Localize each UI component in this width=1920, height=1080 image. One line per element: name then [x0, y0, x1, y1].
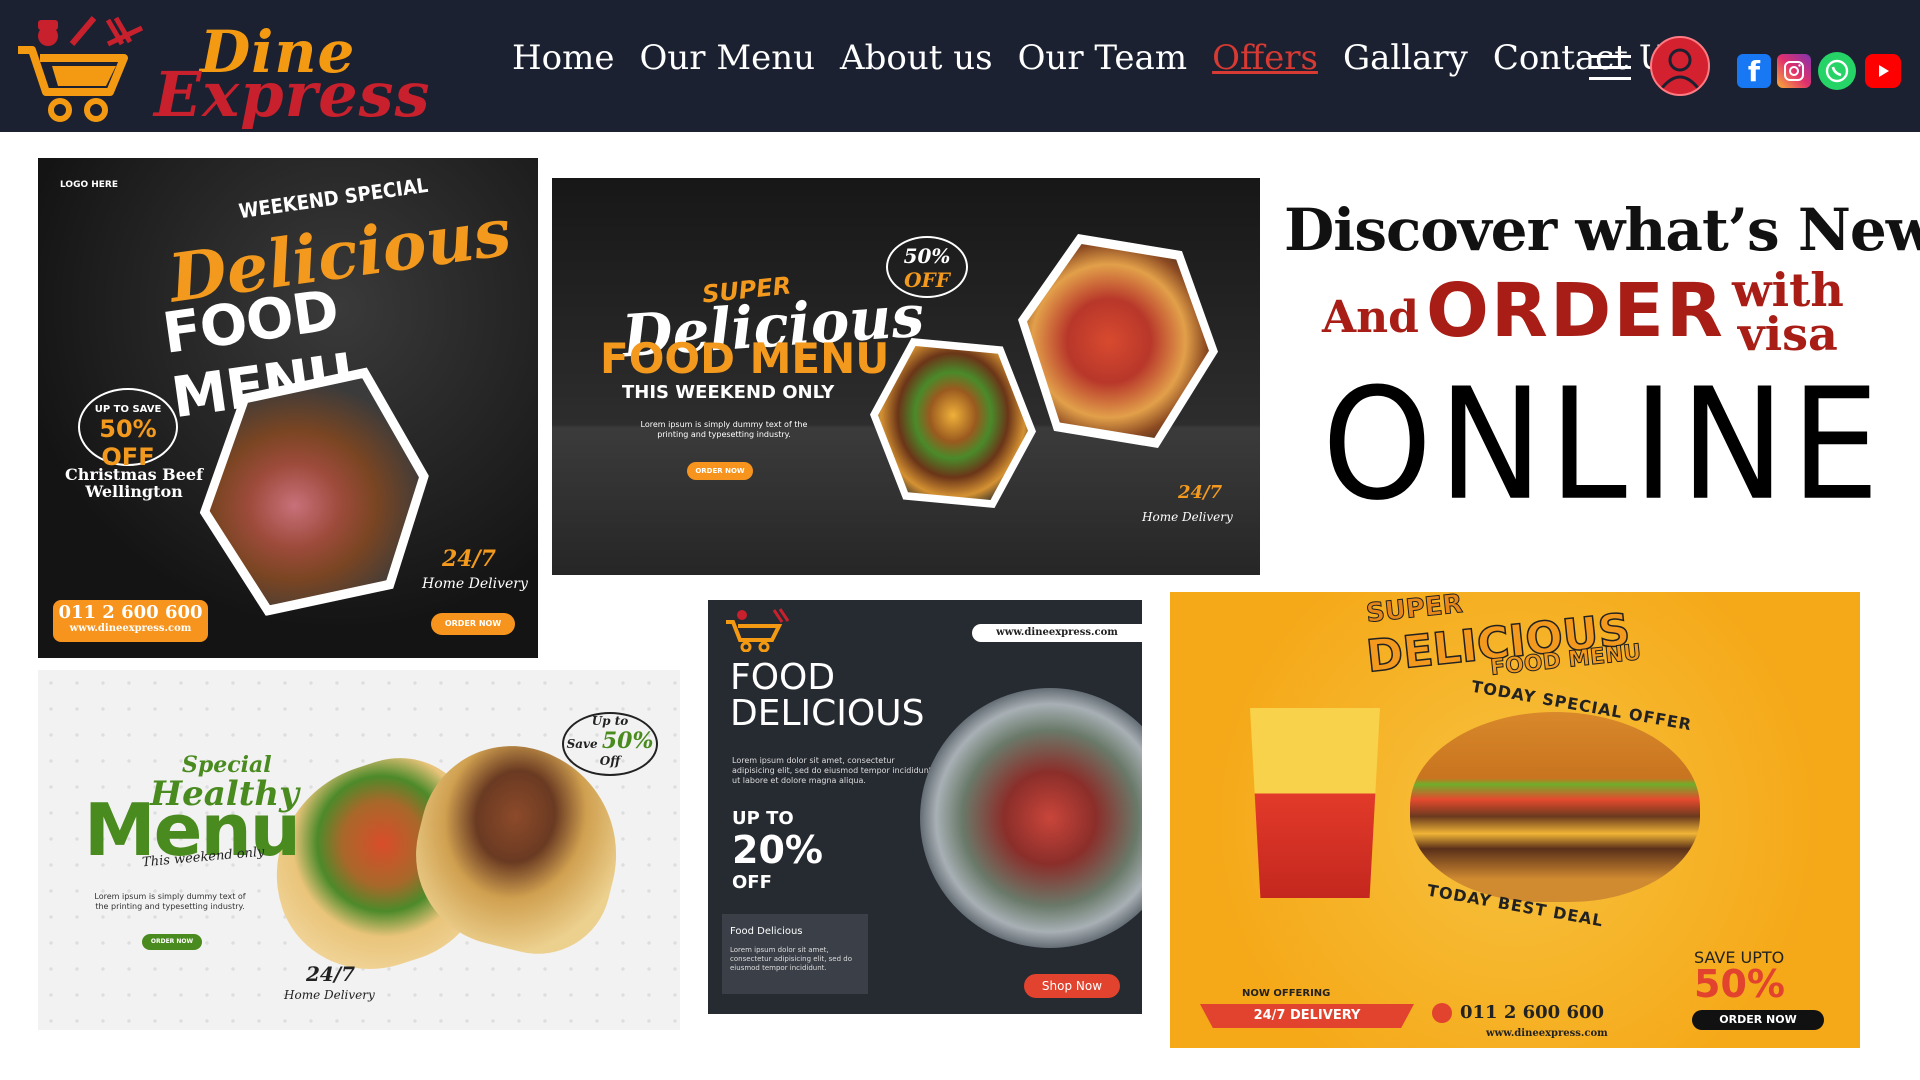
- website-url: www.dineexpress.com: [972, 624, 1142, 642]
- banner-description: Lorem ipsum is simply dummy text of the …: [640, 420, 808, 439]
- delivery-badge: 24/7 DELIVERY: [1200, 1004, 1414, 1028]
- hamburger-icon[interactable]: [1589, 55, 1631, 83]
- order-now-button[interactable]: ORDER NOW: [431, 613, 515, 635]
- promo-headline: Discover what’s New And ORDER with visa …: [1270, 196, 1920, 535]
- fries-image: [1250, 708, 1380, 898]
- user-icon[interactable]: [1650, 36, 1710, 96]
- delivery-label: Home Delivery: [284, 988, 375, 1002]
- discount-line: Save 50% Off: [564, 728, 656, 768]
- banner-description: Lorem ipsum dolor sit amet, consectetur …: [732, 756, 932, 785]
- discount-value: 50%: [601, 728, 654, 754]
- website-url: www.dineexpress.com: [1486, 1028, 1608, 1039]
- delivery-hours: 24/7: [442, 546, 496, 572]
- banner-title-line1: FOOD: [730, 657, 836, 698]
- promo-online: ONLINE: [1322, 355, 1886, 536]
- kebab-plate-image: [920, 688, 1142, 948]
- discount-label: UP TO SAVE: [94, 404, 162, 415]
- instagram-icon[interactable]: [1777, 54, 1811, 88]
- shop-now-button[interactable]: Shop Now: [1024, 974, 1120, 998]
- phone-number-text: 011 2 600 600: [1460, 1002, 1605, 1023]
- discount-top: Up to: [591, 714, 629, 728]
- promo-order: ORDER: [1426, 268, 1725, 354]
- phone-badge: 011 2 600 600 www.dineexpress.com: [53, 600, 208, 642]
- banner-description: Lorem ipsum is simply dummy text of the …: [94, 892, 246, 911]
- nav-our-team[interactable]: Our Team: [1018, 38, 1188, 78]
- promo-and: And: [1322, 292, 1419, 343]
- discount-bubble: 50% OFF: [886, 236, 968, 298]
- website-url: www.dineexpress.com: [69, 623, 192, 634]
- discount-off: Off: [599, 754, 621, 768]
- order-now-button[interactable]: ORDER NOW: [142, 934, 202, 950]
- order-now-button[interactable]: ORDER NOW: [1692, 1010, 1824, 1030]
- offer-banner-weekend-special[interactable]: LOGO HERE WEEKEND SPECIAL Delicious FOOD…: [38, 158, 538, 658]
- discount-label: UP TO: [732, 808, 794, 829]
- delivery-hours: 24/7: [306, 962, 356, 986]
- info-box: Food Delicious Lorem ipsum dolor sit ame…: [722, 914, 868, 994]
- now-offering-label: NOW OFFERING: [1242, 988, 1331, 999]
- promo-visa: visa: [1737, 307, 1838, 361]
- info-box-text: Lorem ipsum dolor sit amet, consectetur …: [730, 946, 853, 972]
- discount-value: 50%: [1694, 962, 1785, 1006]
- dish-name: Christmas Beef Wellington: [65, 465, 203, 501]
- banner-subtitle: THIS WEEKEND ONLY: [622, 382, 835, 403]
- info-box-title: Food Delicious: [730, 926, 803, 937]
- promo-with: with: [1732, 263, 1844, 317]
- main-nav: Home Our Menu About us Our Team Offers G…: [512, 38, 1710, 78]
- youtube-icon[interactable]: [1865, 54, 1901, 88]
- whatsapp-icon[interactable]: [1818, 52, 1856, 90]
- facebook-icon[interactable]: f: [1737, 54, 1771, 88]
- delivery-label: Home Delivery: [1142, 510, 1233, 524]
- order-now-button[interactable]: ORDER NOW: [687, 462, 753, 480]
- nav-about-us[interactable]: About us: [840, 38, 993, 78]
- offer-banner-super-delicious[interactable]: SUPER Delicious FOOD MENU THIS WEEKEND O…: [552, 178, 1260, 575]
- promo-with-visa: with visa: [1732, 263, 1844, 361]
- brand-logo[interactable]: Dine Express: [12, 14, 430, 131]
- offer-banner-healthy-menu[interactable]: Special Healthy Menu This weekend only L…: [38, 670, 680, 1030]
- banner-logo-placeholder: LOGO HERE: [60, 180, 118, 190]
- discount-label: OFF: [904, 268, 950, 292]
- delivery-label: Home Delivery: [422, 576, 528, 592]
- discount-bubble: UP TO SAVE 50% OFF: [78, 388, 178, 471]
- top-nav-bar: Dine Express Home Our Menu About us Our …: [0, 0, 1920, 132]
- promo-line-discover: Discover what’s New: [1284, 196, 1920, 264]
- offer-banner-food-delicious[interactable]: www.dineexpress.com FOOD DELICIOUS Lorem…: [708, 600, 1142, 1014]
- delivery-hours: 24/7: [1178, 482, 1223, 503]
- nav-home[interactable]: Home: [512, 38, 614, 78]
- burger-image: [1410, 712, 1700, 902]
- banner-title: FOOD MENU: [600, 334, 890, 383]
- nav-our-menu[interactable]: Our Menu: [639, 38, 815, 78]
- offer-banner-burger[interactable]: SUPER DELICIOUS FOOD MENU TODAY SPECIAL …: [1170, 592, 1860, 1048]
- discount-value: 20%: [732, 828, 823, 872]
- phone-icon: [1432, 1003, 1452, 1023]
- discount-value: 50% OFF: [99, 415, 157, 471]
- nav-offers[interactable]: Offers: [1212, 38, 1318, 78]
- discount-bubble: Up to Save 50% Off: [562, 712, 658, 776]
- banner-title: FOOD DELICIOUS: [730, 660, 924, 732]
- phone-number: 011 2 600 600: [58, 602, 203, 623]
- shopping-cart-icon: [726, 608, 790, 652]
- phone-number: 011 2 600 600: [1432, 1002, 1604, 1023]
- brand-name-line2: Express: [154, 58, 431, 131]
- banner-title-line2: DELICIOUS: [730, 693, 925, 734]
- discount-value: 50%: [903, 244, 951, 268]
- shopping-cart-icon: [18, 16, 144, 122]
- discount-label: Save: [566, 737, 598, 751]
- discount-off: OFF: [732, 872, 772, 893]
- nav-gallary[interactable]: Gallary: [1343, 38, 1468, 78]
